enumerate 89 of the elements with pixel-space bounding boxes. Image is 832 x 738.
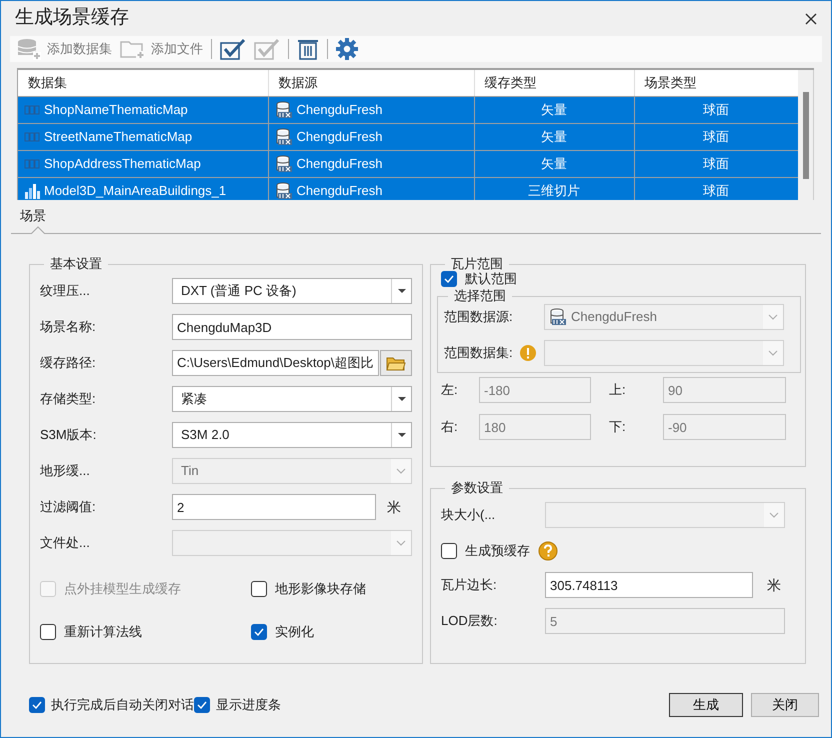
table-cell: 球面 (634, 123, 798, 150)
caret-down-icon (396, 396, 406, 402)
field-label: 范围数据集: (444, 344, 514, 362)
dropdown[interactable]: DXT (普通 PC 设备) (172, 278, 412, 304)
tab[interactable]: 场景 (11, 206, 55, 233)
checkbox[interactable] (29, 697, 45, 713)
group-title: 基本设置 (49, 256, 103, 272)
input-field[interactable]: 305.748113 (545, 572, 753, 598)
field-label: 左: (441, 381, 459, 400)
caret-down-icon (396, 432, 406, 438)
trash-icon (297, 38, 319, 60)
dialog-button[interactable]: 关闭 (751, 693, 819, 717)
input-field[interactable]: 2 (172, 494, 376, 520)
checkbox[interactable] (40, 624, 56, 640)
group-title: 选择范围 (453, 288, 507, 304)
checkbox[interactable] (441, 543, 457, 559)
checkbox-label: 默认范围 (465, 270, 517, 288)
field-label: 纹理压... (40, 282, 91, 300)
window-title: 生成场景缓存 (15, 6, 129, 30)
dialog-button[interactable]: 生成 (669, 693, 743, 717)
field-label: LOD层数: (441, 612, 498, 630)
checkbox-tick-icon (254, 38, 280, 60)
unit-label: 米 (386, 498, 402, 516)
field-label: 上: (609, 381, 627, 400)
column-header[interactable]: 数据集 (18, 70, 268, 96)
field-label: 过滤阈值: (40, 498, 97, 516)
checkbox[interactable] (251, 581, 267, 597)
table-cell: 三维切片 (474, 177, 634, 200)
field-label: 场景名称: (40, 318, 97, 336)
layer-icon (24, 130, 40, 144)
field-label: 右: (441, 418, 459, 436)
checkbox-label: 实例化 (275, 623, 314, 642)
group-title: 参数设置 (450, 480, 504, 496)
column-header[interactable]: 数据源 (268, 70, 474, 96)
chevron-down-icon (768, 314, 778, 320)
field-label: 下: (609, 418, 627, 436)
checkbox[interactable] (441, 271, 457, 287)
table-cell: 球面 (634, 150, 798, 177)
layer-icon (24, 102, 40, 116)
caret-down-icon (396, 288, 406, 294)
field-label: 缓存路径: (40, 354, 97, 372)
check-icon (254, 628, 264, 636)
field-label: S3M版本: (40, 426, 98, 444)
checkbox[interactable] (251, 624, 267, 640)
close-icon[interactable] (805, 12, 817, 24)
check-icon (32, 701, 42, 709)
chevron-down-icon (396, 468, 406, 474)
input-field[interactable]: ChengduMap3D (172, 314, 412, 340)
layer-icon (24, 156, 40, 170)
settings-button[interactable] (333, 37, 361, 61)
group-title: 瓦片范围 (450, 256, 504, 272)
table-cell: 矢量 (474, 96, 634, 123)
table-cell: 矢量 (474, 123, 634, 150)
check-icon (444, 275, 454, 283)
database-icon (274, 154, 292, 172)
chevron-down-icon (396, 540, 406, 546)
checkbox-label: 执行完成后自动关闭对话 (51, 696, 194, 714)
checkbox-label: 地形影像块存储 (275, 580, 366, 598)
field-label: 范围数据源: (444, 308, 514, 326)
path-field[interactable]: C:\Users\Edmund\Desktop\超图比 (172, 350, 379, 376)
column-header[interactable]: 场景类型 (634, 70, 798, 96)
checkbox-label: 点外挂模型生成缓存 (64, 580, 181, 598)
field-label: 块大小(... (441, 506, 496, 524)
table-cell: 矢量 (474, 150, 634, 177)
dropdown[interactable]: 紧凑 (172, 386, 412, 412)
field-label: 瓦片边长: (441, 576, 498, 594)
table-cell: 球面 (634, 177, 798, 200)
checkbox-tick-icon (220, 38, 246, 60)
folder-add-icon (120, 39, 146, 59)
table-cell: 球面 (634, 96, 798, 123)
checkbox-label: 生成预缓存 (465, 542, 530, 560)
checkbox-label: 重新计算法线 (64, 623, 142, 642)
field-label: 文件处... (40, 534, 91, 552)
unit-label: 米 (766, 576, 782, 594)
check-icon (197, 701, 207, 709)
column-header[interactable]: 缓存类型 (474, 70, 634, 96)
database-icon (274, 128, 292, 146)
dropdown[interactable]: S3M 2.0 (172, 422, 412, 448)
checkbox-label: 显示进度条 (216, 696, 281, 714)
buildings-icon (24, 182, 40, 198)
chevron-down-icon (769, 512, 779, 518)
chevron-down-icon (768, 350, 778, 356)
database-icon (274, 100, 292, 118)
folder-icon (386, 355, 406, 371)
field-label: 存储类型: (40, 390, 97, 408)
browse-button[interactable] (380, 350, 412, 376)
checkbox[interactable] (194, 697, 210, 713)
database-icon (274, 182, 292, 200)
field-label: 地形缓... (40, 462, 91, 480)
